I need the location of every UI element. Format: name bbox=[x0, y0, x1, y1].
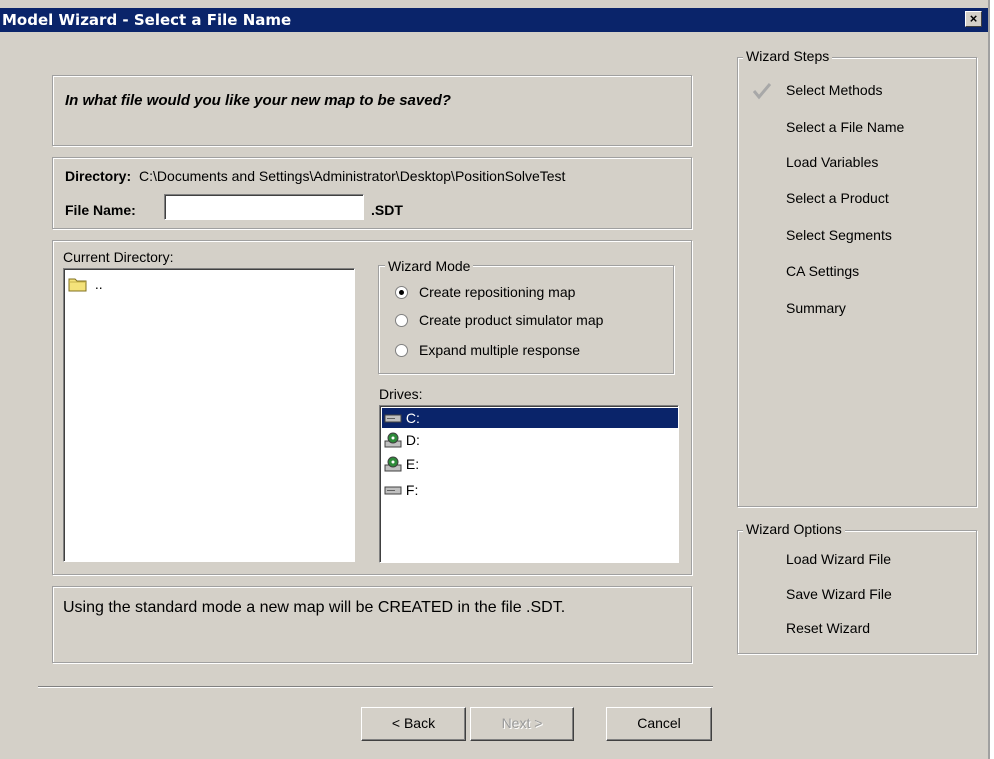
save-wizard-file-link[interactable]: Save Wizard File bbox=[786, 586, 892, 602]
wizard-mode-legend: Wizard Mode bbox=[385, 258, 474, 274]
step-select-segments: Select Segments bbox=[786, 227, 892, 243]
radio-label: Create product simulator map bbox=[419, 312, 604, 328]
hard-drive-icon bbox=[384, 486, 402, 495]
drives-label: Drives: bbox=[379, 386, 423, 402]
wizard-options-legend: Wizard Options bbox=[743, 521, 845, 537]
step-select-file-name: Select a File Name bbox=[786, 119, 905, 135]
folder-icon bbox=[68, 278, 87, 292]
hard-drive-icon bbox=[384, 414, 402, 423]
close-button[interactable]: × bbox=[965, 11, 982, 27]
current-directory-list[interactable]: .. bbox=[63, 268, 355, 562]
drive-item-f[interactable]: F: bbox=[382, 480, 678, 500]
title-bar[interactable]: Model Wizard - Select a File Name × bbox=[0, 8, 988, 32]
file-name-label: File Name: bbox=[65, 202, 136, 218]
directory-row: Directory: C:\Documents and Settings\Adm… bbox=[65, 168, 565, 184]
directory-label: Directory: bbox=[65, 168, 132, 184]
close-icon: × bbox=[969, 11, 978, 26]
drives-list[interactable]: C: D: E: F: bbox=[379, 405, 679, 563]
directory-path: C:\Documents and Settings\Administrator\… bbox=[139, 168, 566, 184]
drive-item-e[interactable]: E: bbox=[382, 454, 678, 474]
radio-button[interactable] bbox=[395, 314, 408, 327]
cd-drive-icon bbox=[384, 432, 402, 448]
info-panel: Using the standard mode a new map will b… bbox=[52, 586, 692, 663]
prompt-text: In what file would you like your new map… bbox=[65, 92, 451, 109]
step-load-variables: Load Variables bbox=[786, 154, 879, 170]
window-title: Model Wizard - Select a File Name bbox=[2, 11, 292, 29]
drive-item-d[interactable]: D: bbox=[382, 430, 678, 450]
selection-panel: Current Directory: .. Wizard Mode Create… bbox=[52, 240, 692, 575]
drive-label: D: bbox=[405, 432, 420, 448]
reset-wizard-link[interactable]: Reset Wizard bbox=[786, 620, 870, 636]
prompt-panel: In what file would you like your new map… bbox=[52, 75, 692, 146]
radio-button[interactable] bbox=[395, 344, 408, 357]
drive-label: C: bbox=[405, 410, 420, 426]
radio-label: Expand multiple response bbox=[419, 342, 581, 358]
list-item[interactable]: .. bbox=[68, 275, 103, 293]
wizard-steps-legend: Wizard Steps bbox=[743, 48, 833, 64]
step-summary: Summary bbox=[786, 300, 846, 316]
model-wizard-dialog: Model Wizard - Select a File Name × In w… bbox=[0, 0, 990, 759]
checkmark-icon bbox=[752, 83, 772, 100]
radio-button-checked[interactable] bbox=[395, 286, 408, 299]
info-text: Using the standard mode a new map will b… bbox=[63, 599, 566, 616]
file-name-input[interactable] bbox=[164, 194, 364, 220]
load-wizard-file-link[interactable]: Load Wizard File bbox=[786, 551, 891, 567]
drive-label: F: bbox=[405, 482, 419, 498]
step-select-product: Select a Product bbox=[786, 190, 889, 206]
list-item-label: .. bbox=[94, 276, 103, 292]
drive-item-c[interactable]: C: bbox=[382, 408, 678, 428]
directory-panel: Directory: C:\Documents and Settings\Adm… bbox=[52, 157, 692, 229]
current-directory-label: Current Directory: bbox=[63, 249, 174, 265]
step-select-methods: Select Methods bbox=[786, 82, 883, 98]
button-separator bbox=[38, 686, 713, 688]
back-button[interactable]: < Back bbox=[361, 707, 466, 741]
file-extension-label: .SDT bbox=[371, 202, 403, 218]
radio-label: Create repositioning map bbox=[419, 284, 576, 300]
cancel-button[interactable]: Cancel bbox=[606, 707, 712, 741]
next-button[interactable]: Next > bbox=[470, 707, 574, 741]
step-ca-settings: CA Settings bbox=[786, 263, 860, 279]
cd-drive-icon bbox=[384, 456, 402, 472]
drive-label: E: bbox=[405, 456, 420, 472]
